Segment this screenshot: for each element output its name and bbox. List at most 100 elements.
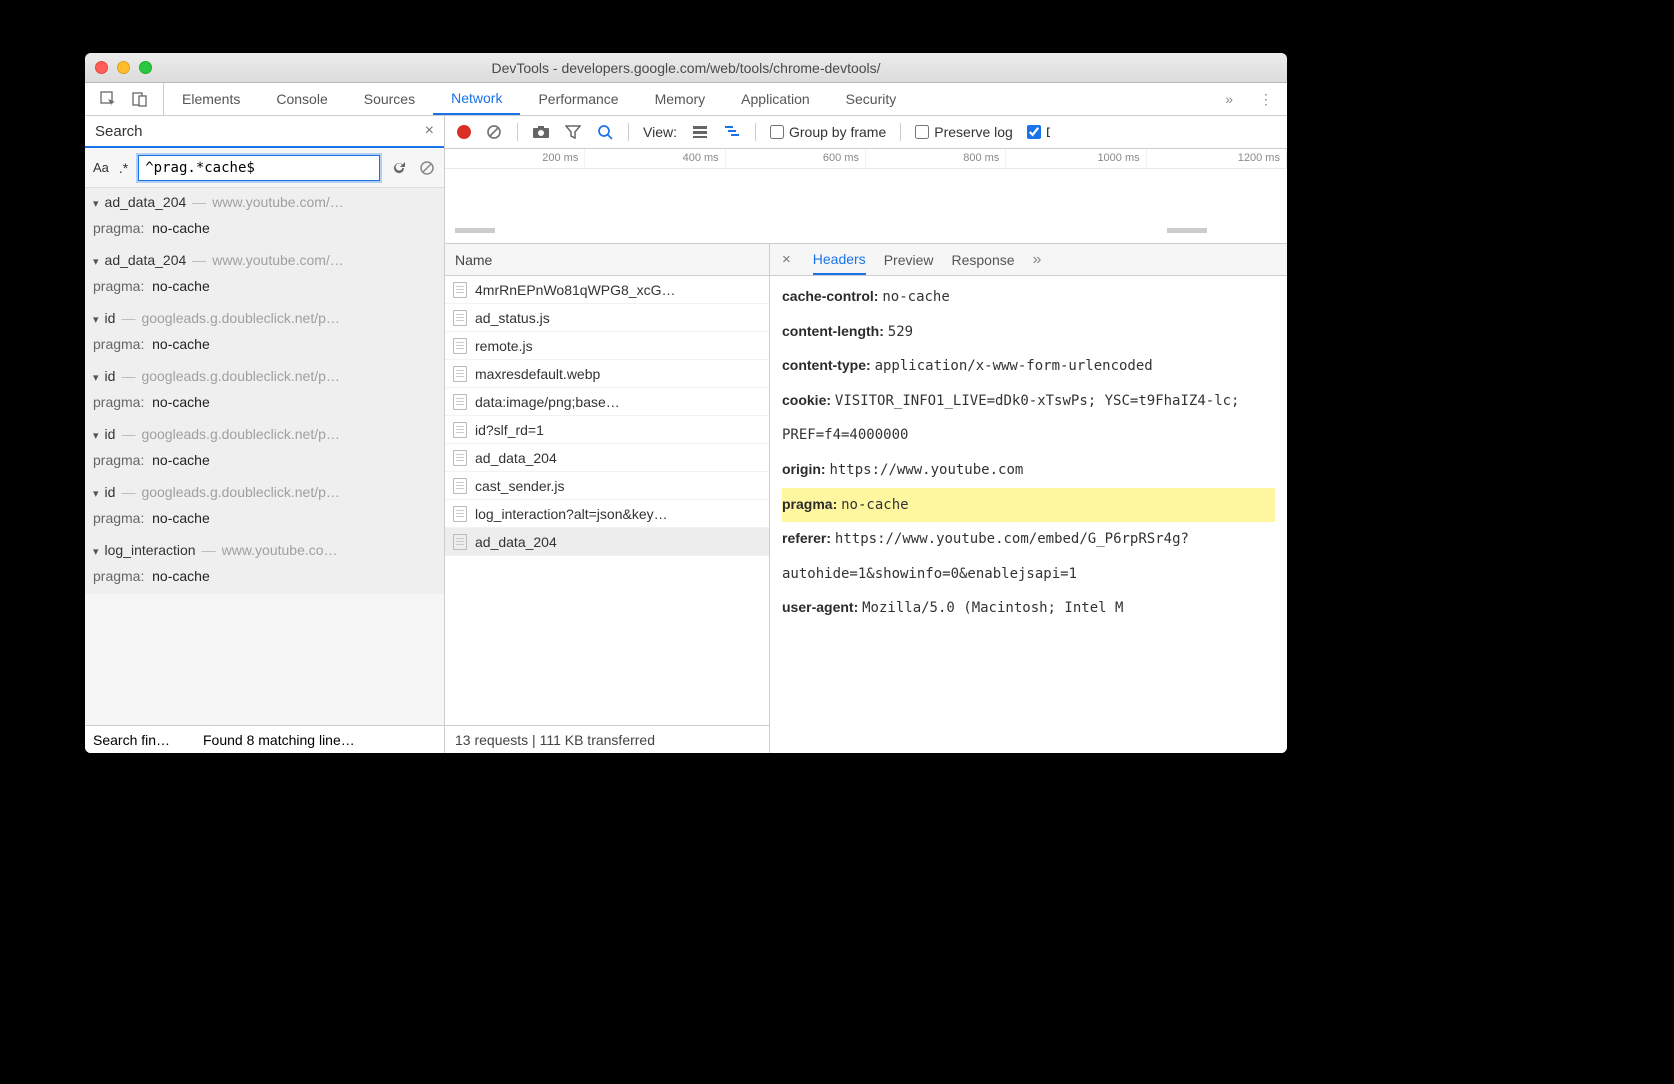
- request-row[interactable]: ad_status.js: [445, 304, 769, 332]
- request-row[interactable]: 4mrRnEPnWo81qWPG8_xcG…: [445, 276, 769, 304]
- file-icon: [453, 310, 467, 326]
- request-row[interactable]: id?slf_rd=1: [445, 416, 769, 444]
- search-result-head[interactable]: ad_data_204—www.youtube.com/…: [85, 188, 444, 216]
- clear-icon[interactable]: [485, 123, 503, 141]
- search-footer-left: Search fin…: [93, 732, 203, 748]
- header-row: content-type: application/x-www-form-url…: [782, 349, 1275, 384]
- chevron-down-icon: [93, 426, 99, 442]
- inspect-element-icon[interactable]: [99, 90, 117, 108]
- request-row[interactable]: maxresdefault.webp: [445, 360, 769, 388]
- disable-cache-checkbox[interactable]: D: [1027, 124, 1050, 140]
- headers-body[interactable]: cache-control: no-cachecontent-length: 5…: [770, 276, 1287, 753]
- window-title: DevTools - developers.google.com/web/too…: [85, 60, 1287, 76]
- close-icon[interactable]: ×: [782, 251, 791, 268]
- preserve-log-label: Preserve log: [934, 124, 1013, 140]
- network-panel: View: Group by frame Preserve log D: [445, 116, 1287, 753]
- large-rows-icon[interactable]: [691, 123, 709, 141]
- tab-memory[interactable]: Memory: [637, 83, 724, 115]
- file-icon: [453, 422, 467, 438]
- search-result-line[interactable]: pragma: no-cache: [85, 448, 444, 478]
- close-window-button[interactable]: [95, 61, 108, 74]
- filter-icon[interactable]: [564, 123, 582, 141]
- detail-tabbar: × Headers Preview Response »: [770, 244, 1287, 276]
- search-result-line[interactable]: pragma: no-cache: [85, 274, 444, 304]
- request-row[interactable]: cast_sender.js: [445, 472, 769, 500]
- search-input[interactable]: [138, 155, 380, 181]
- file-icon: [453, 450, 467, 466]
- window-controls: [95, 61, 152, 74]
- file-icon: [453, 394, 467, 410]
- more-tabs-icon[interactable]: »: [1213, 91, 1245, 107]
- tab-elements[interactable]: Elements: [164, 83, 258, 115]
- request-row[interactable]: ad_data_204: [445, 444, 769, 472]
- search-result-head[interactable]: id—googleads.g.doubleclick.net/p…: [85, 304, 444, 332]
- tab-performance[interactable]: Performance: [520, 83, 636, 115]
- zoom-window-button[interactable]: [139, 61, 152, 74]
- header-row: origin: https://www.youtube.com: [782, 453, 1275, 488]
- preserve-log-checkbox[interactable]: Preserve log: [915, 124, 1013, 140]
- record-button[interactable]: [457, 125, 471, 139]
- request-list: Name 4mrRnEPnWo81qWPG8_xcG…ad_status.jsr…: [445, 244, 770, 753]
- request-row[interactable]: log_interaction?alt=json&key…: [445, 500, 769, 528]
- search-result-head[interactable]: ad_data_204—www.youtube.com/…: [85, 246, 444, 274]
- match-case-toggle[interactable]: Aa: [93, 160, 109, 175]
- search-icon[interactable]: [596, 123, 614, 141]
- timeline-tick: 400 ms: [585, 149, 725, 168]
- detail-tab-headers[interactable]: Headers: [813, 244, 866, 275]
- request-list-header[interactable]: Name: [445, 244, 769, 276]
- search-result-line[interactable]: pragma: no-cache: [85, 332, 444, 362]
- header-row: user-agent: Mozilla/5.0 (Macintosh; Inte…: [782, 591, 1275, 626]
- search-result-head[interactable]: id—googleads.g.doubleclick.net/p…: [85, 478, 444, 506]
- more-tabs-icon[interactable]: »: [1033, 251, 1042, 269]
- tab-security[interactable]: Security: [828, 83, 915, 115]
- search-result-head[interactable]: id—googleads.g.doubleclick.net/p…: [85, 420, 444, 448]
- file-icon: [453, 282, 467, 298]
- request-row[interactable]: remote.js: [445, 332, 769, 360]
- request-row[interactable]: data:image/png;base…: [445, 388, 769, 416]
- timeline-tick: 1200 ms: [1147, 149, 1287, 168]
- tab-network[interactable]: Network: [433, 83, 520, 115]
- regex-toggle[interactable]: .*: [119, 160, 128, 176]
- search-result-head[interactable]: id—googleads.g.doubleclick.net/p…: [85, 362, 444, 390]
- overview-timeline[interactable]: 200 ms400 ms600 ms800 ms1000 ms1200 ms: [445, 149, 1287, 244]
- devtools-tabbar: ElementsConsoleSourcesNetworkPerformance…: [85, 83, 1287, 116]
- search-result-line[interactable]: pragma: no-cache: [85, 564, 444, 594]
- clear-icon[interactable]: [418, 159, 436, 177]
- header-row: content-length: 529: [782, 315, 1275, 350]
- timeline-tick: 600 ms: [726, 149, 866, 168]
- timeline-tick: 800 ms: [866, 149, 1006, 168]
- waterfall-view-icon[interactable]: [723, 123, 741, 141]
- detail-tab-response[interactable]: Response: [951, 244, 1014, 275]
- tab-sources[interactable]: Sources: [346, 83, 433, 115]
- tab-console[interactable]: Console: [258, 83, 345, 115]
- search-result-line[interactable]: pragma: no-cache: [85, 390, 444, 420]
- detail-tab-preview[interactable]: Preview: [884, 244, 934, 275]
- header-row: pragma: no-cache: [782, 488, 1275, 523]
- close-icon[interactable]: ×: [425, 122, 434, 140]
- request-list-footer: 13 requests | 111 KB transferred: [445, 725, 769, 753]
- header-row: cache-control: no-cache: [782, 280, 1275, 315]
- titlebar: DevTools - developers.google.com/web/too…: [85, 53, 1287, 83]
- search-result-head[interactable]: log_interaction—www.youtube.co…: [85, 536, 444, 564]
- header-row: cookie: VISITOR_INFO1_LIVE=dDk0-xTswPs; …: [782, 384, 1275, 453]
- file-icon: [453, 366, 467, 382]
- tab-application[interactable]: Application: [723, 83, 828, 115]
- group-by-frame-checkbox[interactable]: Group by frame: [770, 124, 886, 140]
- minimize-window-button[interactable]: [117, 61, 130, 74]
- timeline-tick: 1000 ms: [1006, 149, 1146, 168]
- device-toolbar-icon[interactable]: [131, 90, 149, 108]
- group-by-frame-label: Group by frame: [789, 124, 886, 140]
- request-row[interactable]: ad_data_204: [445, 528, 769, 556]
- view-label: View:: [643, 124, 677, 140]
- search-result-line[interactable]: pragma: no-cache: [85, 506, 444, 536]
- chevron-down-icon: [93, 310, 99, 326]
- kebab-menu-icon[interactable]: ⋮: [1245, 91, 1287, 108]
- search-header: Search ×: [85, 116, 444, 148]
- refresh-icon[interactable]: [390, 159, 408, 177]
- file-icon: [453, 506, 467, 522]
- search-result-line[interactable]: pragma: no-cache: [85, 216, 444, 246]
- search-title: Search: [95, 123, 425, 140]
- request-detail: × Headers Preview Response » cache-control: …: [770, 244, 1287, 753]
- capture-screenshots-icon[interactable]: [532, 123, 550, 141]
- chevron-down-icon: [93, 252, 99, 268]
